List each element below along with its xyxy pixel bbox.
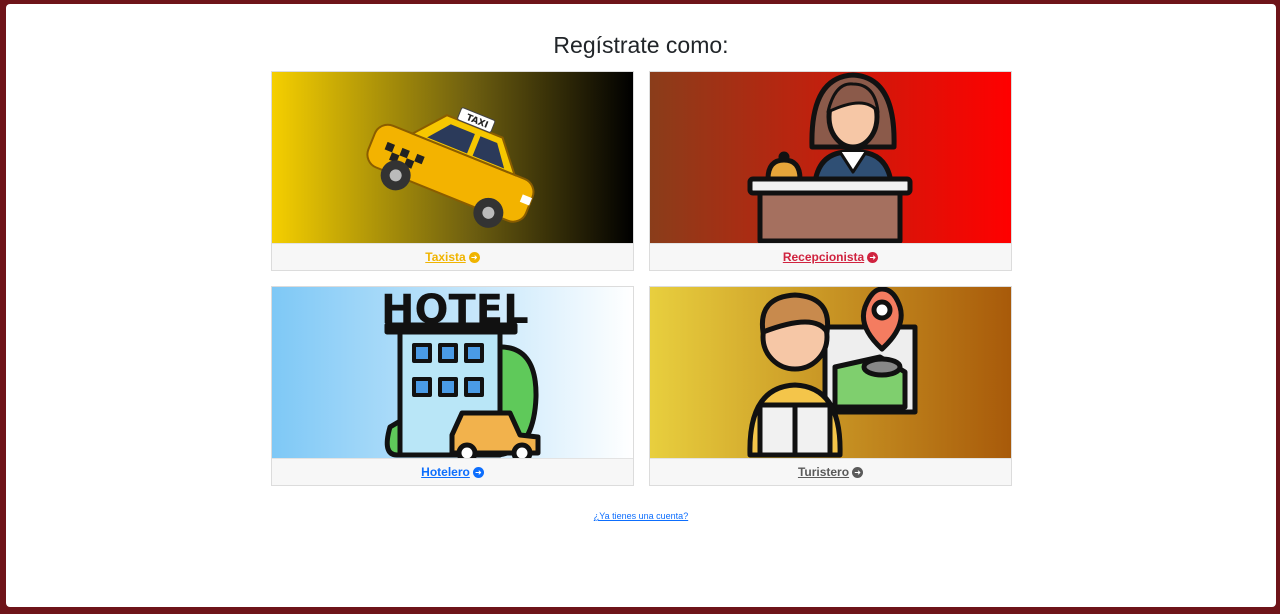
receptionist-image (650, 72, 1011, 243)
arrow-circle-right-icon: ➜ (472, 466, 484, 478)
card-footer: Turistero ➜ (650, 458, 1011, 485)
card-footer: Recepcionista ➜ (650, 243, 1011, 270)
card-footer: Hotelero ➜ (272, 458, 633, 485)
arrow-circle-right-icon: ➜ (867, 251, 879, 263)
main-panel: Regístrate como: TAXI Taxista ➜ Recepcio… (6, 4, 1276, 607)
hotel-image: HOTEL (272, 287, 633, 458)
arrow-circle-right-icon: ➜ (468, 251, 480, 263)
hotel-icon: HOTEL (381, 287, 541, 458)
turistero-link[interactable]: Turistero ➜ (797, 465, 864, 479)
taxista-label: Taxista (425, 250, 466, 264)
taxista-link[interactable]: Taxista ➜ (425, 250, 480, 264)
taxi-image: TAXI (272, 72, 633, 243)
arrow-circle-right-icon: ➜ (852, 466, 864, 478)
turistero-label: Turistero (797, 465, 850, 479)
card-taxista[interactable]: TAXI Taxista ➜ (271, 71, 634, 271)
card-footer: Taxista ➜ (272, 243, 633, 270)
recepcionista-link[interactable]: Recepcionista ➜ (782, 250, 879, 264)
recepcionista-label: Recepcionista (782, 250, 865, 264)
hotelero-link[interactable]: Hotelero ➜ (421, 465, 484, 479)
hotelero-label: Hotelero (421, 465, 470, 479)
tourist-guide-image (650, 287, 1011, 458)
card-recepcionista[interactable]: Recepcionista ➜ (649, 71, 1012, 271)
login-link[interactable]: ¿Ya tienes una cuenta? (6, 511, 1276, 521)
card-hotelero[interactable]: HOTEL Hotelero ➜ (271, 286, 634, 486)
card-turistero[interactable]: Turistero ➜ (649, 286, 1012, 486)
page-title: Regístrate como: (553, 32, 729, 58)
